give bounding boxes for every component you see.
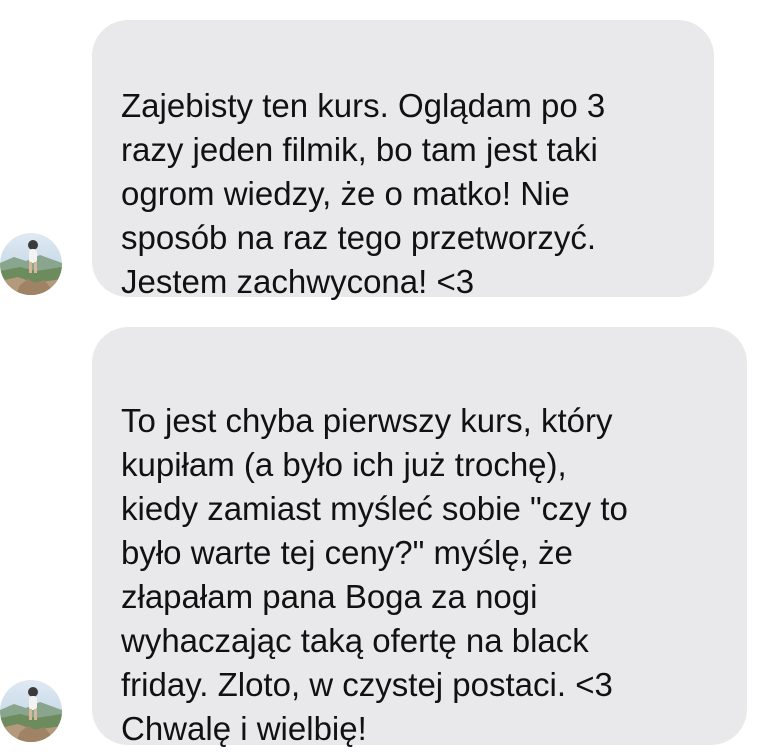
message-bubble[interactable]: To jest chyba pierwszy kurs, który kupił…	[92, 327, 747, 747]
avatar[interactable]	[0, 680, 62, 742]
user-avatar-photo-icon	[0, 233, 62, 295]
avatar[interactable]	[0, 233, 62, 295]
message-text: To jest chyba pierwszy kurs, który kupił…	[121, 402, 628, 747]
user-avatar-photo-icon	[0, 680, 62, 742]
incoming-message: Zajebisty ten kurs. Oglądam po 3 razy je…	[0, 20, 768, 300]
incoming-message: To jest chyba pierwszy kurs, który kupił…	[0, 327, 768, 747]
message-text: Zajebisty ten kurs. Oglądam po 3 razy je…	[121, 87, 606, 300]
message-thread: Zajebisty ten kurs. Oglądam po 3 razy je…	[0, 0, 768, 755]
message-bubble[interactable]: Zajebisty ten kurs. Oglądam po 3 razy je…	[92, 20, 714, 300]
